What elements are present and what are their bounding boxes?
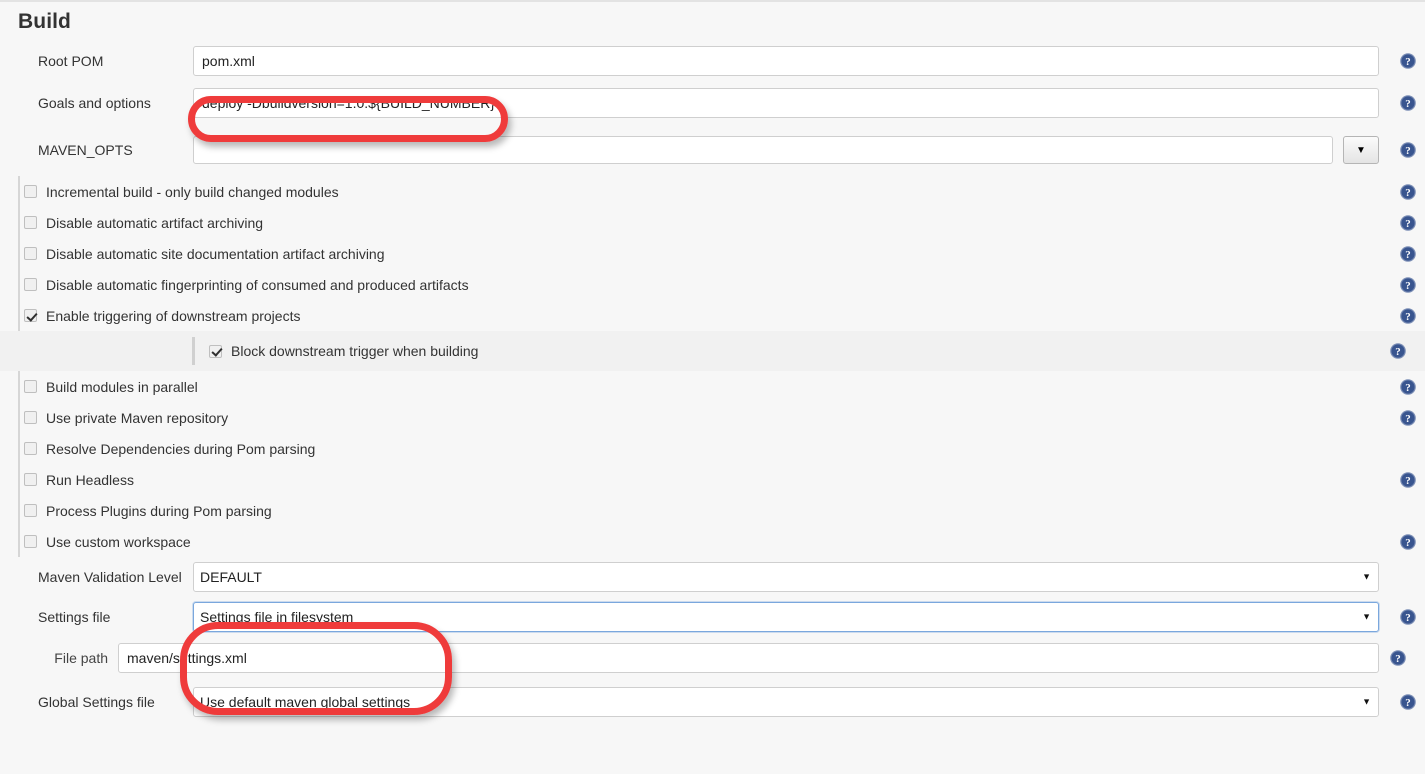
svg-text:?: ?	[1405, 186, 1411, 198]
settings-file-row: Settings file Settings file in filesyste…	[0, 597, 1425, 637]
settings-file-select[interactable]: Settings file in filesystem	[193, 602, 1379, 632]
checkbox-label[interactable]: Resolve Dependencies during Pom parsing	[46, 441, 315, 457]
help-icon[interactable]: ?	[1390, 650, 1406, 666]
svg-text:?: ?	[1405, 248, 1411, 260]
checkbox-row-enable-downstream-triggering: Enable triggering of downstream projects…	[0, 300, 1425, 331]
checkbox-label[interactable]: Enable triggering of downstream projects	[46, 308, 300, 324]
file-path-input[interactable]	[118, 643, 1379, 673]
checkbox-label[interactable]: Disable automatic site documentation art…	[46, 246, 385, 262]
checkbox-process-plugins[interactable]	[24, 504, 37, 517]
help-icon[interactable]: ?	[1400, 609, 1416, 625]
goals-and-options-row: Goals and options ?	[0, 82, 1425, 124]
maven-validation-level-select[interactable]: DEFAULT	[193, 562, 1379, 592]
checkbox-label[interactable]: Process Plugins during Pom parsing	[46, 503, 272, 519]
checkbox-label[interactable]: Build modules in parallel	[46, 379, 198, 395]
checkbox-row-process-plugins: Process Plugins during Pom parsing	[0, 495, 1425, 526]
checkbox-disable-site-doc-archiving[interactable]	[24, 247, 37, 260]
checkbox-group-one: Incremental build - only build changed m…	[0, 176, 1425, 331]
svg-text:?: ?	[1405, 279, 1411, 291]
help-icon[interactable]: ?	[1400, 276, 1416, 293]
checkbox-row-build-modules-parallel: Build modules in parallel ?	[0, 371, 1425, 402]
help-icon[interactable]: ?	[1400, 245, 1416, 262]
checkbox-label[interactable]: Block downstream trigger when building	[231, 343, 478, 359]
build-settings-page: Build Root POM ? Goals and options ? MAV…	[0, 0, 1425, 774]
checkbox-disable-fingerprinting[interactable]	[24, 278, 37, 291]
checkbox-build-modules-parallel[interactable]	[24, 380, 37, 393]
help-icon[interactable]: ?	[1390, 343, 1406, 359]
svg-text:?: ?	[1405, 412, 1411, 424]
root-pom-label: Root POM	[38, 53, 104, 69]
svg-text:?: ?	[1405, 536, 1411, 548]
checkbox-block-downstream-trigger[interactable]	[209, 344, 222, 358]
svg-text:?: ?	[1405, 217, 1411, 229]
maven-opts-dropdown-button[interactable]: ▼	[1343, 136, 1379, 164]
maven-validation-level-row: Maven Validation Level DEFAULT ▼	[0, 557, 1425, 597]
file-path-label: File path	[54, 650, 108, 666]
checkbox-use-custom-workspace[interactable]	[24, 535, 37, 548]
checkbox-label[interactable]: Disable automatic fingerprinting of cons…	[46, 277, 469, 293]
svg-text:?: ?	[1395, 346, 1401, 358]
help-icon[interactable]: ?	[1400, 694, 1416, 710]
svg-text:?: ?	[1405, 612, 1411, 624]
checkbox-group-two: Build modules in parallel ? Use private …	[0, 371, 1425, 557]
checkbox-disable-artifact-archiving[interactable]	[24, 216, 37, 229]
root-pom-input[interactable]	[193, 46, 1379, 76]
help-icon[interactable]: ?	[1400, 378, 1416, 395]
checkbox-enable-downstream-triggering[interactable]	[24, 309, 37, 322]
checkbox-row-use-custom-workspace: Use custom workspace ?	[0, 526, 1425, 557]
checkbox-row-disable-site-doc-archiving: Disable automatic site documentation art…	[0, 238, 1425, 269]
checkbox-run-headless[interactable]	[24, 473, 37, 486]
help-icon[interactable]: ?	[1400, 142, 1416, 158]
maven-opts-label: MAVEN_OPTS	[38, 142, 133, 158]
checkbox-row-disable-fingerprinting: Disable automatic fingerprinting of cons…	[0, 269, 1425, 300]
help-icon[interactable]: ?	[1400, 53, 1416, 69]
goals-and-options-label: Goals and options	[38, 95, 151, 111]
checkbox-label[interactable]: Use custom workspace	[46, 534, 191, 550]
help-icon[interactable]: ?	[1400, 471, 1416, 488]
maven-validation-level-label: Maven Validation Level	[38, 569, 182, 585]
svg-text:?: ?	[1405, 56, 1411, 68]
checkbox-private-maven-repository[interactable]	[24, 411, 37, 424]
file-path-row: File path ?	[0, 637, 1425, 679]
global-settings-file-row: Global Settings file Use default maven g…	[0, 679, 1425, 725]
settings-file-label: Settings file	[38, 609, 111, 625]
help-icon[interactable]: ?	[1400, 214, 1416, 231]
checkbox-row-disable-artifact-archiving: Disable automatic artifact archiving ?	[0, 207, 1425, 238]
svg-text:?: ?	[1405, 474, 1411, 486]
svg-text:?: ?	[1395, 653, 1401, 665]
checkbox-label[interactable]: Disable automatic artifact archiving	[46, 215, 263, 231]
help-icon[interactable]: ?	[1400, 533, 1416, 550]
global-settings-file-label: Global Settings file	[38, 694, 155, 710]
checkbox-label[interactable]: Run Headless	[46, 472, 134, 488]
svg-text:?: ?	[1405, 98, 1411, 110]
checkbox-row-private-maven-repository: Use private Maven repository ?	[0, 402, 1425, 433]
checkbox-row-run-headless: Run Headless ?	[0, 464, 1425, 495]
help-icon[interactable]: ?	[1400, 409, 1416, 426]
help-icon[interactable]: ?	[1400, 95, 1416, 111]
svg-text:?: ?	[1405, 310, 1411, 322]
checkbox-row-resolve-dependencies: Resolve Dependencies during Pom parsing	[0, 433, 1425, 464]
root-pom-row: Root POM ?	[0, 40, 1425, 82]
help-icon[interactable]: ?	[1400, 183, 1416, 200]
checkbox-row-incremental-build: Incremental build - only build changed m…	[0, 176, 1425, 207]
chevron-down-icon: ▼	[1356, 144, 1366, 156]
svg-text:?: ?	[1405, 697, 1411, 709]
svg-text:?: ?	[1405, 381, 1411, 393]
page-title: Build	[18, 10, 71, 33]
nested-block-downstream-row: Block downstream trigger when building ?	[0, 331, 1425, 371]
global-settings-file-select[interactable]: Use default maven global settings	[193, 687, 1379, 717]
checkbox-resolve-dependencies[interactable]	[24, 442, 37, 455]
goals-and-options-input[interactable]	[193, 88, 1379, 118]
maven-opts-input[interactable]	[193, 136, 1333, 164]
checkbox-incremental-build[interactable]	[24, 185, 37, 198]
svg-text:?: ?	[1405, 145, 1411, 157]
maven-opts-row: MAVEN_OPTS ▼ ?	[0, 124, 1425, 176]
help-icon[interactable]: ?	[1400, 307, 1416, 324]
checkbox-label[interactable]: Use private Maven repository	[46, 410, 228, 426]
checkbox-label[interactable]: Incremental build - only build changed m…	[46, 184, 339, 200]
